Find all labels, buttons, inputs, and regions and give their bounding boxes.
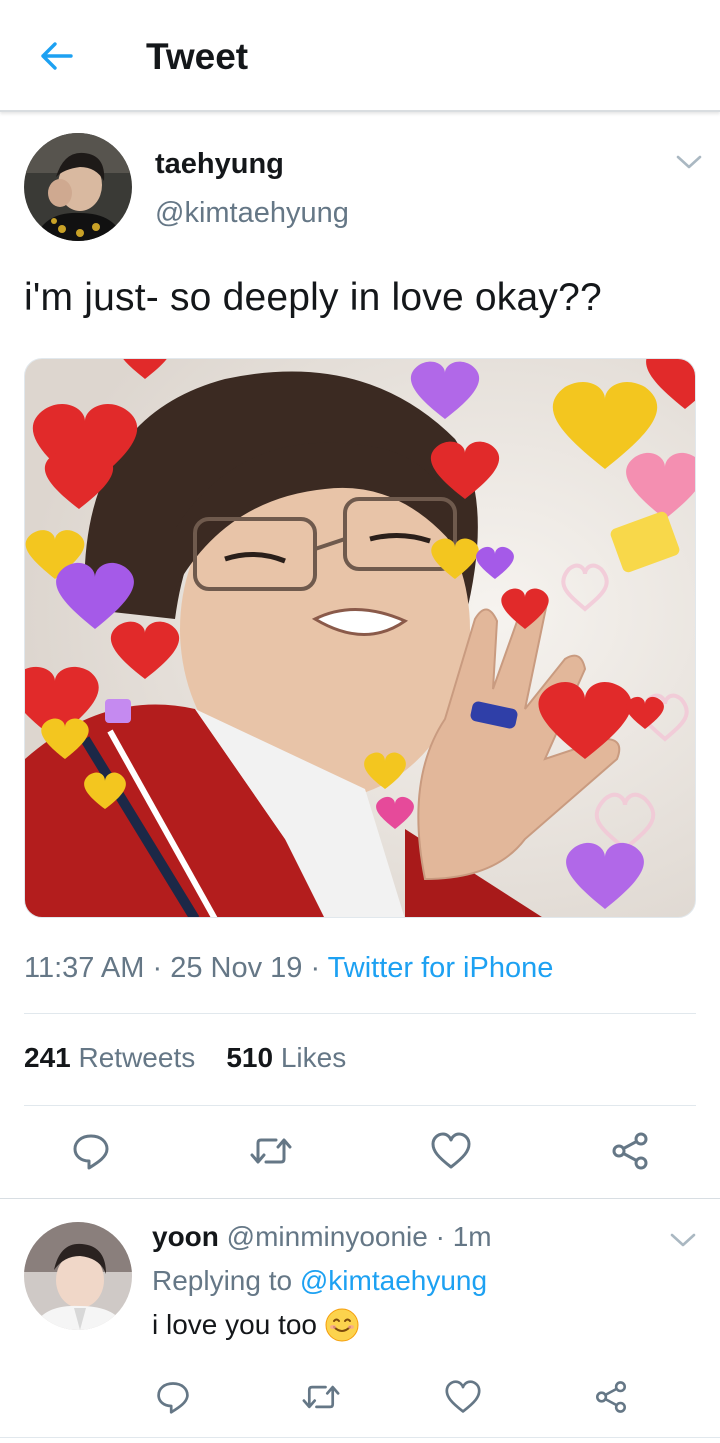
tweet-stats: 241 Retweets 510 Likes [24,1042,346,1074]
tweet-source-link[interactable]: Twitter for iPhone [328,952,554,984]
top-app-bar: Tweet [0,0,720,112]
reply-like-button[interactable] [440,1376,486,1418]
reply-share-button[interactable] [588,1376,634,1418]
chevron-down-icon [676,155,702,169]
share-button[interactable] [606,1128,654,1174]
retweets-count: 241 [24,1042,71,1073]
divider [0,1437,720,1438]
reply-text: i love you too [152,1309,317,1340]
divider [24,1105,696,1106]
reply-time: 1m [452,1221,492,1252]
retweet-icon [250,1138,292,1164]
likes-stat[interactable]: 510 Likes [226,1042,346,1073]
reply-retweet-button[interactable] [296,1376,346,1418]
retweets-label: Retweets [78,1042,196,1073]
meta-separator: · [152,952,163,984]
reply-icon [157,1382,189,1414]
reply-handle[interactable]: @minminyoonie [227,1221,428,1252]
replying-to-handle[interactable]: @kimtaehyung [300,1265,487,1296]
meta-separator: · [435,1221,445,1252]
back-button[interactable] [30,34,82,78]
reply-reply-button[interactable] [150,1376,196,1418]
back-arrow-icon [41,42,73,70]
tweet-time: 11:37 AM [24,952,145,984]
reply-author-avatar[interactable] [24,1222,132,1330]
tweet-text: i'm just- so deeply in love okay?? [24,276,602,319]
like-icon [445,1380,481,1413]
page-title: Tweet [146,36,249,77]
author-display-name[interactable]: taehyung [155,148,284,181]
likes-label: Likes [280,1042,347,1073]
author-avatar[interactable] [24,133,132,241]
reply-text-row: i love you too [152,1308,359,1342]
reply-menu-button[interactable] [668,1230,698,1250]
author-handle[interactable]: @kimtaehyung [155,197,349,230]
meta-separator: · [310,952,321,984]
replying-to-label: Replying to [152,1265,293,1296]
reply-header: yoon @minminyoonie · 1m [152,1221,492,1253]
replying-to-line: Replying to @kimtaehyung [152,1265,487,1297]
likes-count: 510 [226,1042,274,1073]
share-icon [596,1381,626,1413]
tweet-media-image[interactable] [24,358,696,918]
reply-icon [73,1134,109,1170]
like-button[interactable] [428,1128,474,1174]
retweets-stat[interactable]: 241 Retweets [24,1042,195,1073]
share-icon [612,1132,648,1170]
divider [0,1198,720,1199]
retweet-icon [302,1385,340,1409]
reply-display-name[interactable]: yoon [152,1221,219,1252]
reply-button[interactable] [66,1128,116,1174]
retweet-button[interactable] [244,1128,298,1174]
tweet-timestamp-row: 11:37 AM · 25 Nov 19 · Twitter for iPhon… [24,952,553,985]
tweet-menu-button[interactable] [674,152,704,172]
like-icon [431,1132,471,1169]
tweet-date: 25 Nov 19 [170,952,303,984]
smiling-face-emoji [325,1308,359,1342]
chevron-down-icon [670,1233,696,1247]
divider [24,1013,696,1014]
